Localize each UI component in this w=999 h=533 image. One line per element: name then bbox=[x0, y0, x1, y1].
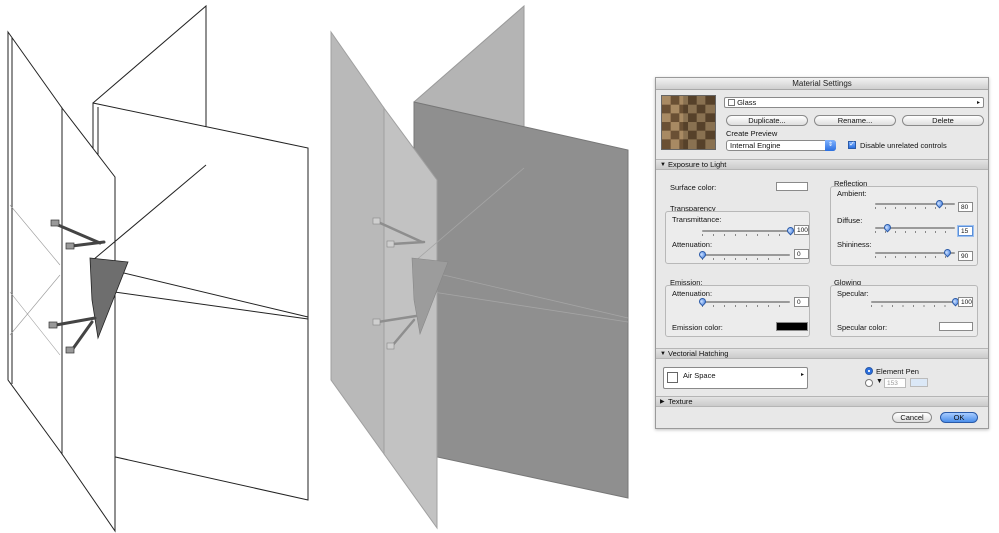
hatching-section-header[interactable]: ▼ Vectorial Hatching bbox=[656, 348, 988, 359]
transmittance-label: Transmittance: bbox=[672, 215, 722, 224]
material-name-popup[interactable]: Glass ▸ bbox=[724, 97, 984, 108]
texture-section-header[interactable]: ▶ Texture bbox=[656, 396, 988, 407]
transmittance-field[interactable]: 100 bbox=[794, 225, 809, 235]
exposure-section-title: Exposure to Light bbox=[668, 160, 727, 169]
specular-color-label: Specular color: bbox=[837, 323, 888, 332]
texture-section-title: Texture bbox=[668, 397, 693, 406]
emission-attenuation-field[interactable]: 0 bbox=[794, 297, 809, 307]
disable-unrelated-checkbox[interactable]: ✓ bbox=[848, 141, 856, 149]
material-color-box bbox=[728, 99, 735, 106]
transparency-group: Transmittance: 100 Attenuation: 0 bbox=[665, 211, 810, 264]
rename-button[interactable]: Rename... bbox=[814, 115, 896, 126]
slider-ticks bbox=[871, 305, 955, 307]
slider-track bbox=[871, 301, 955, 303]
disclosure-closed-icon: ▶ bbox=[660, 399, 665, 405]
ok-button[interactable]: OK bbox=[940, 412, 978, 423]
slider-ticks bbox=[702, 258, 790, 260]
dialog-title: Material Settings bbox=[656, 78, 988, 90]
slider-track bbox=[702, 230, 790, 232]
transparency-attenuation-field[interactable]: 0 bbox=[794, 249, 809, 259]
preview-engine-select[interactable]: Internal Engine ⇕ bbox=[726, 140, 836, 151]
diffuse-label: Diffuse: bbox=[837, 216, 863, 225]
hatching-section-title: Vectorial Hatching bbox=[668, 349, 729, 358]
exposure-section-header[interactable]: ▼ Exposure to Light bbox=[656, 159, 988, 170]
preview-engine-value: Internal Engine bbox=[730, 141, 781, 150]
emission-attenuation-slider[interactable] bbox=[697, 296, 790, 307]
transparency-attenuation-slider[interactable] bbox=[697, 249, 790, 260]
select-arrows-icon: ⇕ bbox=[825, 140, 836, 151]
surface-color-label: Surface color: bbox=[670, 183, 717, 192]
specular-color-swatch[interactable] bbox=[939, 322, 973, 331]
specular-label: Specular: bbox=[837, 289, 869, 298]
fill-swatch bbox=[667, 372, 678, 383]
diffuse-field[interactable]: 15 bbox=[958, 226, 973, 236]
popup-arrow-icon: ▸ bbox=[800, 372, 804, 378]
reflection-group: Ambient: 80 Diffuse: 15 Shininess: 90 bbox=[830, 186, 978, 266]
material-name: Glass bbox=[737, 98, 757, 107]
slider-ticks bbox=[702, 234, 790, 236]
disclosure-open-icon: ▼ bbox=[660, 351, 666, 357]
disable-unrelated-label: Disable unrelated controls bbox=[860, 141, 947, 150]
transparency-attenuation-label: Attenuation: bbox=[672, 240, 713, 249]
material-settings-dialog: Material Settings Glass ▸ Duplicate... R… bbox=[655, 77, 989, 429]
transmittance-slider[interactable] bbox=[702, 225, 796, 236]
emission-attenuation-label: Attenuation: bbox=[672, 289, 713, 298]
delete-button[interactable]: Delete bbox=[902, 115, 984, 126]
fill-type-popup[interactable]: Air Space ▸ bbox=[663, 367, 808, 389]
emission-color-swatch[interactable] bbox=[776, 322, 808, 331]
pen-number-field[interactable]: 153 bbox=[884, 378, 906, 388]
material-preview-thumbnail bbox=[661, 95, 716, 150]
fill-name: Air Space bbox=[683, 371, 716, 380]
custom-pen-radio[interactable] bbox=[865, 379, 873, 387]
wireframe-curtain-wall-illustration bbox=[7, 4, 309, 533]
shininess-slider[interactable] bbox=[875, 247, 955, 258]
emission-group: Attenuation: 0 Emission color: bbox=[665, 285, 810, 337]
popup-arrow-icon: ▸ bbox=[976, 100, 980, 106]
shaded-curtain-wall-illustration bbox=[330, 4, 629, 530]
slider-ticks bbox=[875, 256, 955, 258]
slider-track bbox=[702, 301, 790, 303]
ambient-label: Ambient: bbox=[837, 189, 867, 198]
specular-field[interactable]: 100 bbox=[958, 297, 973, 307]
pen-color-swatch[interactable] bbox=[910, 378, 928, 387]
ambient-slider[interactable] bbox=[875, 198, 955, 209]
shininess-field[interactable]: 90 bbox=[958, 251, 973, 261]
create-preview-label: Create Preview bbox=[726, 129, 778, 138]
duplicate-button[interactable]: Duplicate... bbox=[726, 115, 808, 126]
slider-track bbox=[702, 254, 790, 256]
glowing-group: Specular: 100 Specular color: bbox=[830, 285, 978, 337]
pen-icon: ▼ bbox=[876, 378, 883, 385]
specular-slider[interactable] bbox=[871, 296, 961, 307]
shininess-label: Shininess: bbox=[837, 240, 872, 249]
element-pen-radio[interactable] bbox=[865, 367, 873, 375]
surface-color-swatch[interactable] bbox=[776, 182, 808, 191]
element-pen-label: Element Pen bbox=[876, 367, 919, 376]
slider-ticks bbox=[702, 305, 790, 307]
emission-color-label: Emission color: bbox=[672, 323, 723, 332]
diffuse-slider[interactable] bbox=[875, 222, 955, 233]
slider-ticks bbox=[875, 207, 955, 209]
disclosure-open-icon: ▼ bbox=[660, 162, 666, 168]
ambient-field[interactable]: 80 bbox=[958, 202, 973, 212]
cancel-button[interactable]: Cancel bbox=[892, 412, 932, 423]
